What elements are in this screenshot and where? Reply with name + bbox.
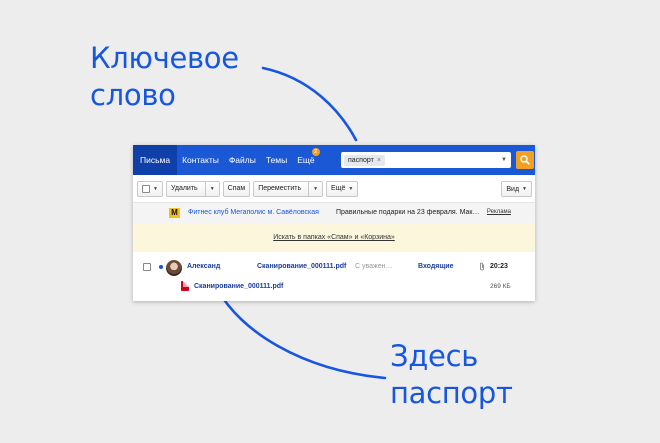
message-time: 20:23 [490, 263, 508, 270]
attachment-size: 269 КБ [490, 283, 511, 290]
toolbar: ▼ Удалить ▼ Спам Переместить ▼ Ещё ▼ Вид… [133, 175, 535, 203]
view-label: Вид [506, 185, 520, 193]
chevron-down-icon: ▼ [522, 186, 527, 192]
move-button[interactable]: Переместить ▼ [253, 180, 324, 197]
search-keyword-chip: паспорт × [344, 154, 385, 166]
unread-indicator[interactable] [159, 265, 163, 269]
callout-keyword-line2: слово [90, 78, 176, 112]
tab-topics[interactable]: Темы [261, 145, 292, 175]
ad-subject: Правильные подарки на 23 февраля. Мак… [336, 209, 480, 216]
message-folder: Входящие [418, 263, 454, 270]
callout-passport-line1: Здесь [390, 339, 479, 373]
chevron-down-icon[interactable]: ▼ [204, 181, 219, 196]
search-in-folders-notice: Искать в папках «Спам» и «Корзина» [133, 223, 535, 252]
more-actions-label: Ещё [331, 185, 346, 192]
spam-button[interactable]: Спам [222, 180, 251, 197]
tab-more[interactable]: Ещё 2 [292, 145, 320, 175]
search-button[interactable] [516, 151, 534, 169]
message-snippet: С уважен… [355, 263, 393, 270]
pdf-file-icon [181, 281, 189, 291]
search-icon [520, 155, 530, 165]
message-row[interactable]: Александ Сканирование_000111.pdf С уваже… [133, 252, 535, 292]
ad-row[interactable]: M Фитнес клуб Мегаполис м. Савёловская П… [133, 203, 535, 223]
search-field[interactable]: паспорт × ▼ [341, 152, 511, 168]
delete-label: Удалить [170, 184, 198, 192]
paperclip-icon [479, 262, 485, 273]
tab-more-label: Ещё [297, 155, 315, 165]
delete-button[interactable]: Удалить ▼ [165, 180, 220, 197]
notification-badge: 2 [311, 148, 320, 156]
arrow-to-attachment [216, 288, 387, 380]
select-all-dropdown[interactable]: ▼ [137, 180, 163, 197]
callout-keyword-line1: Ключевое [90, 41, 239, 75]
top-nav-bar: Письма Контакты Файлы Темы Ещё 2 паспорт… [133, 145, 535, 175]
view-button[interactable]: Вид ▼ [501, 181, 532, 197]
chevron-down-icon: ▼ [348, 185, 354, 192]
ad-label[interactable]: Реклама [487, 209, 511, 215]
search-in-spam-trash-link[interactable]: Искать в папках «Спам» и «Корзина» [273, 234, 395, 241]
move-label: Переместить [258, 184, 302, 192]
callout-passport-line2: паспорт [390, 376, 513, 410]
search-keyword: паспорт [348, 156, 374, 164]
message-checkbox[interactable] [143, 263, 151, 271]
tab-files[interactable]: Файлы [224, 145, 261, 175]
select-all-checkbox[interactable] [142, 184, 150, 193]
tab-letters[interactable]: Письма [133, 145, 178, 175]
more-actions-button[interactable]: Ещё ▼ [326, 180, 359, 197]
avatar [166, 260, 182, 276]
message-sender: Александ [187, 263, 221, 270]
attachment-link[interactable]: Сканирование_000111.pdf [194, 283, 283, 290]
ad-logo-icon: M [169, 208, 180, 218]
callout-keyword: Ключевое слово [90, 40, 239, 114]
mail-window: Письма Контакты Файлы Темы Ещё 2 паспорт… [133, 145, 535, 301]
chevron-down-icon: ▼ [153, 185, 158, 192]
chevron-down-icon[interactable]: ▼ [501, 157, 507, 163]
chip-remove-icon[interactable]: × [377, 155, 381, 166]
message-subject: Сканирование_000111.pdf [257, 263, 347, 270]
ad-sender: Фитнес клуб Мегаполис м. Савёловская [188, 209, 319, 216]
tab-contacts[interactable]: Контакты [177, 145, 224, 175]
chevron-down-icon[interactable]: ▼ [308, 181, 322, 196]
callout-passport: Здесь паспорт [390, 338, 513, 412]
arrow-to-search [261, 66, 358, 142]
